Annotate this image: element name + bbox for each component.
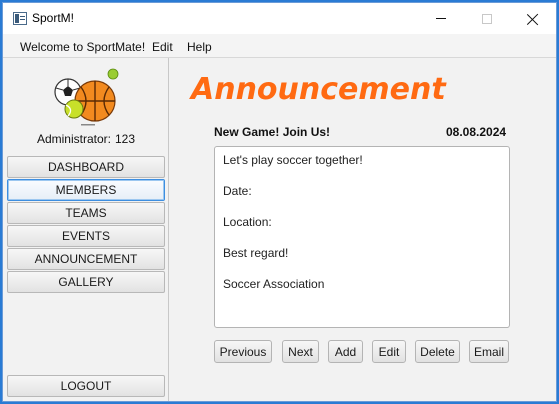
title-bar: SportM! [3, 3, 556, 34]
close-icon [527, 13, 539, 25]
admin-id: 123 [115, 132, 136, 146]
sports-balls-logo-icon [51, 66, 123, 126]
maximize-icon [482, 13, 492, 24]
add-button[interactable]: Add [328, 340, 363, 363]
app-icon [13, 12, 27, 25]
email-button[interactable]: Email [469, 340, 509, 363]
announcement-line: Let's play soccer together! [223, 153, 363, 167]
announcement-text-area[interactable]: Let's play soccer together! Date: Locati… [214, 146, 510, 328]
app-window: SportM! Welcome to SportMate! Edit Help [2, 2, 557, 402]
menu-edit[interactable]: Edit [152, 40, 173, 54]
menu-help[interactable]: Help [187, 40, 212, 54]
announcement-line: Best regard! [223, 246, 289, 260]
window-title: SportM! [32, 11, 75, 25]
admin-role: Administrator: [36, 132, 111, 146]
announcement-line: Date: [223, 184, 252, 198]
nav-dashboard-button[interactable]: DASHBOARD [7, 156, 165, 178]
menu-welcome[interactable]: Welcome to SportMate! [20, 40, 145, 54]
main-panel: Announcement New Game! Join Us! 08.08.20… [172, 58, 556, 401]
sidebar: Administrator: 123 DASHBOARD MEMBERS TEAM… [3, 58, 169, 401]
announcement-title: New Game! Join Us! [214, 125, 331, 139]
delete-button[interactable]: Delete [415, 340, 460, 363]
nav-gallery-button[interactable]: GALLERY [7, 271, 165, 293]
announcement-line: Soccer Association [223, 277, 325, 291]
maximize-button[interactable] [464, 3, 510, 34]
close-button[interactable] [510, 3, 556, 34]
page-title: Announcement [191, 72, 446, 107]
nav-announcement-button[interactable]: ANNOUNCEMENT [7, 248, 165, 270]
edit-button[interactable]: Edit [372, 340, 406, 363]
nav-events-button[interactable]: EVENTS [7, 225, 165, 247]
admin-label: Administrator: 123 [3, 132, 169, 146]
logout-button[interactable]: LOGOUT [7, 375, 165, 397]
menu-bar: Welcome to SportMate! Edit Help [3, 34, 556, 58]
announcement-date: 08.08.2024 [446, 125, 507, 139]
nav-members-button[interactable]: MEMBERS [7, 179, 165, 201]
next-button[interactable]: Next [282, 340, 319, 363]
announcement-line: Location: [223, 215, 272, 229]
previous-button[interactable]: Previous [214, 340, 272, 363]
nav-teams-button[interactable]: TEAMS [7, 202, 165, 224]
minimize-icon [436, 18, 446, 19]
minimize-button[interactable] [418, 3, 464, 34]
